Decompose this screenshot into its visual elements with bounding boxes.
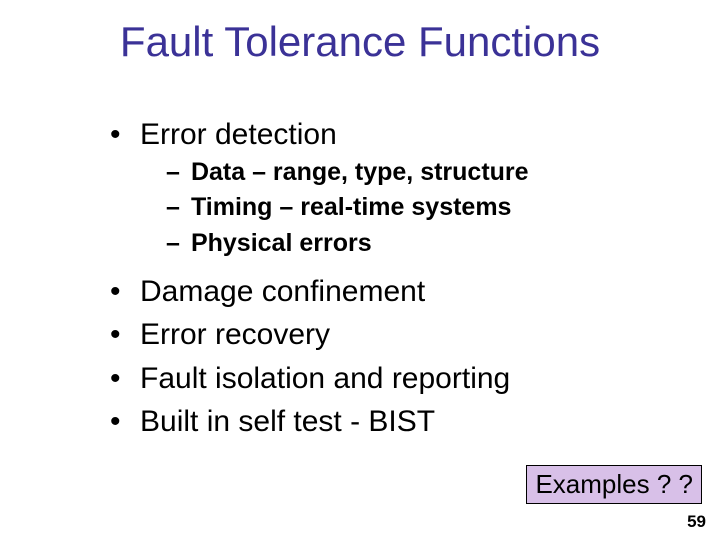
bullet-error-recovery: • Error recovery xyxy=(110,316,670,354)
bullet-dot-icon: • xyxy=(110,360,140,398)
dash-icon: – xyxy=(166,227,184,261)
slide: Fault Tolerance Functions • Error detect… xyxy=(0,0,720,540)
bullet-text: Damage confinement xyxy=(140,273,425,311)
bullet-text: Built in self test - BIST xyxy=(140,403,435,441)
bullet-text: Error detection xyxy=(140,116,337,154)
bullet-dot-icon: • xyxy=(110,316,140,354)
page-number: 59 xyxy=(687,512,706,532)
slide-title: Fault Tolerance Functions xyxy=(0,18,720,66)
subbullet-text: Data – range, type, structure xyxy=(191,158,529,186)
bullet-dot-icon: • xyxy=(110,116,140,154)
subbullet-timing: – Timing – real-time systems xyxy=(166,191,670,225)
bullet-text: Fault isolation and reporting xyxy=(140,360,510,398)
bullet-bist: • Built in self test - BIST xyxy=(110,403,670,441)
bullet-dot-icon: • xyxy=(110,273,140,311)
bullet-text: Error recovery xyxy=(140,316,330,354)
examples-callout: Examples ? ? xyxy=(526,465,702,504)
dash-icon: – xyxy=(166,156,184,190)
bullet-fault-isolation: • Fault isolation and reporting xyxy=(110,360,670,398)
subbullet-physical: – Physical errors xyxy=(166,227,670,261)
subbullet-text: Timing – real-time systems xyxy=(191,193,512,221)
bullet-error-detection: • Error detection xyxy=(110,116,670,154)
subbullet-data: – Data – range, type, structure xyxy=(166,156,670,190)
bullet-dot-icon: • xyxy=(110,403,140,441)
dash-icon: – xyxy=(166,191,184,225)
slide-body: • Error detection – Data – range, type, … xyxy=(110,110,670,441)
bullet-damage-confinement: • Damage confinement xyxy=(110,273,670,311)
subbullet-text: Physical errors xyxy=(191,229,372,257)
